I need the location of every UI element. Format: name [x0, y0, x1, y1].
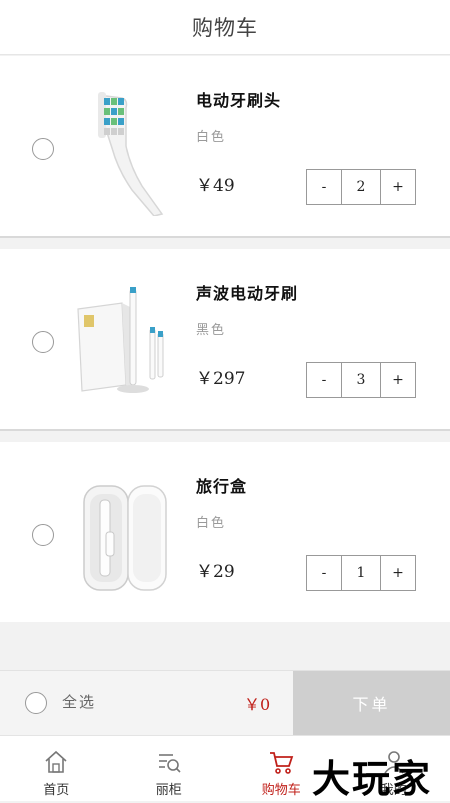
item-price: ￥29 [196, 557, 235, 582]
item-color: 黑色 [196, 319, 226, 338]
app-header: 购物车 [0, 0, 450, 55]
item-name: 旅行盒 [196, 473, 247, 497]
tab-label: 购物车 [262, 779, 301, 798]
select-all-label[interactable]: 全选 [62, 691, 96, 712]
cart-item: 电动牙刷头 白色 ￥49 - 2 + [0, 56, 450, 236]
quantity-value[interactable]: 3 [342, 362, 380, 398]
tab-home[interactable]: 首页 [0, 736, 113, 801]
item-price: ￥297 [196, 364, 245, 389]
total-price: ￥0 [244, 691, 270, 715]
cart-item: 旅行盒 白色 ￥29 - 1 + [0, 442, 450, 622]
cart-icon [267, 748, 295, 776]
item-price: ￥49 [196, 171, 235, 196]
decrement-button[interactable]: - [306, 169, 342, 205]
page-title: 购物车 [192, 12, 258, 42]
place-order-button[interactable]: 下单 [293, 671, 450, 735]
home-icon [42, 748, 70, 776]
divider [0, 236, 450, 238]
tab-label: 首页 [43, 779, 69, 798]
decrement-button[interactable]: - [306, 555, 342, 591]
divider [0, 429, 450, 431]
decrement-button[interactable]: - [306, 362, 342, 398]
item-select-radio[interactable] [32, 524, 54, 546]
checkout-bar: 全选 ￥0 下单 [0, 670, 450, 735]
item-color: 白色 [196, 512, 226, 531]
item-select-radio[interactable] [32, 331, 54, 353]
select-all-radio[interactable] [25, 692, 47, 714]
quantity-stepper: - 1 + [306, 555, 416, 591]
toothbrush-head-image [70, 86, 180, 216]
tab-label: 丽柜 [156, 779, 182, 798]
quantity-stepper: - 3 + [306, 362, 416, 398]
item-select-radio[interactable] [32, 138, 54, 160]
list-search-icon [155, 748, 183, 776]
item-color: 白色 [196, 126, 226, 145]
sonic-toothbrush-image [70, 279, 180, 409]
increment-button[interactable]: + [380, 555, 416, 591]
item-name: 电动牙刷头 [196, 87, 281, 111]
tab-cabinet[interactable]: 丽柜 [113, 736, 226, 801]
increment-button[interactable]: + [380, 362, 416, 398]
travel-case-image [70, 472, 180, 602]
increment-button[interactable]: + [380, 169, 416, 205]
quantity-value[interactable]: 1 [342, 555, 380, 591]
quantity-value[interactable]: 2 [342, 169, 380, 205]
watermark-logo: 大玩家 [312, 748, 432, 803]
cart-item: 声波电动牙刷 黑色 ￥297 - 3 + [0, 249, 450, 429]
item-name: 声波电动牙刷 [196, 280, 298, 304]
quantity-stepper: - 2 + [306, 169, 416, 205]
